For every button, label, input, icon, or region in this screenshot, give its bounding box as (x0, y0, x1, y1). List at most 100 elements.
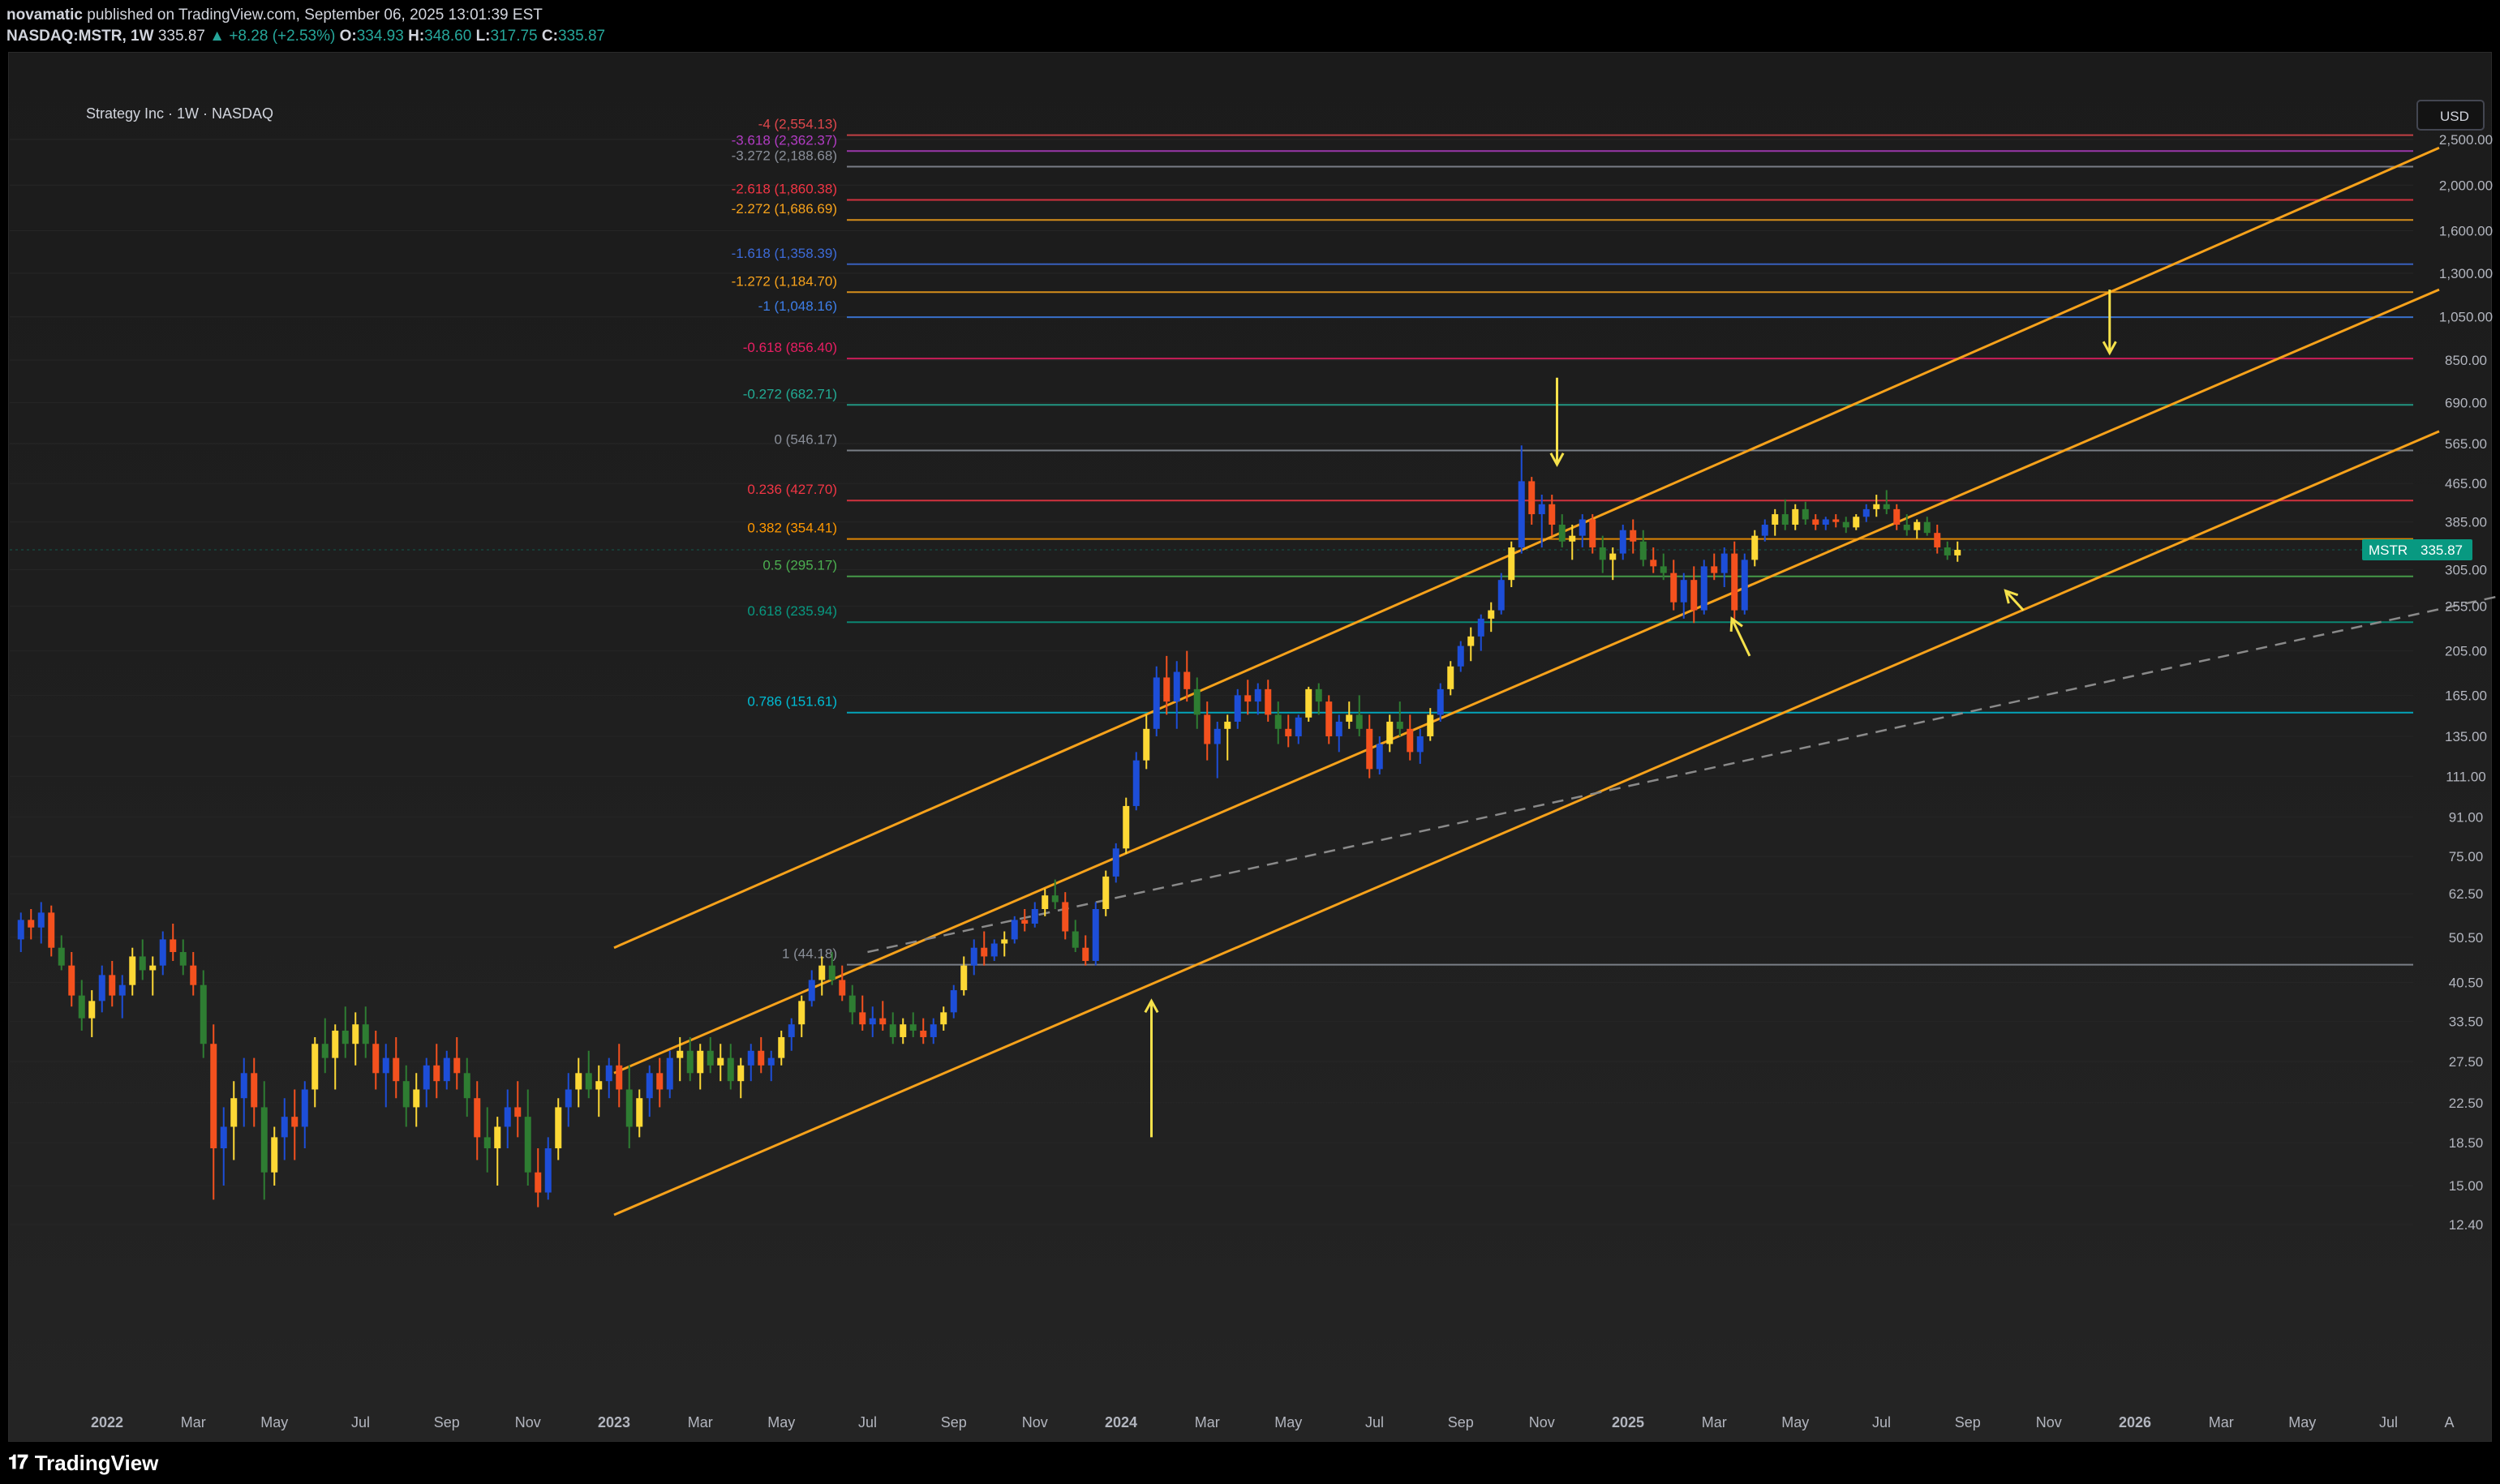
time-tick-label: Jul (1365, 1414, 1384, 1430)
time-tick-label: May (767, 1414, 795, 1430)
candle-body (575, 1073, 582, 1090)
fib-level-label: 0.236 (427.70) (747, 482, 837, 497)
candle-body (930, 1024, 937, 1037)
candle-body (1711, 566, 1718, 573)
candle-body (1650, 560, 1657, 567)
candle-body (58, 947, 65, 966)
price-tick-label: 465.00 (2445, 476, 2487, 491)
candle-body (727, 1057, 734, 1082)
candle-body (1477, 618, 1484, 637)
candle-body (1112, 848, 1119, 877)
candle-body (98, 975, 105, 1001)
time-axis[interactable]: 2022 Mar May Jul Sep Nov 2023 Mar May Jul Sep Nov 20… (91, 1414, 2455, 1430)
candle-body (585, 1073, 592, 1090)
candle-body (37, 912, 45, 928)
candle-body (1051, 895, 1059, 903)
price-axis[interactable]: 2,500.00 2,000.00 1,600.00 1,300.00 1,050.00… (2439, 132, 2493, 1233)
price-tick-label: 165.00 (2445, 688, 2487, 703)
time-tick-label: 2024 (1105, 1414, 1137, 1430)
candle-body (1386, 721, 1394, 744)
price-tick-label: 12.40 (2449, 1217, 2484, 1233)
fib-level-label: -0.618 (856.40) (743, 340, 837, 355)
candle-body (1508, 547, 1515, 581)
price-tick-label: 2,500.00 (2439, 132, 2493, 148)
candle-body (940, 1012, 947, 1025)
candle-body (1254, 688, 1261, 702)
candle-body (311, 1044, 319, 1090)
candle-body (281, 1117, 288, 1138)
candle-body (707, 1050, 714, 1066)
candle-body (1772, 514, 1779, 525)
tradingview-logo-icon: 𝟏𝟕 (8, 1452, 28, 1473)
price-tick-label: 2,000.00 (2439, 178, 2493, 193)
candle-body (1265, 688, 1272, 715)
candle-body (839, 980, 846, 996)
time-tick-label: Sep (941, 1414, 967, 1430)
candle-body (483, 1137, 491, 1149)
candle-body (1934, 533, 1941, 548)
candle-body (149, 965, 157, 971)
candle-body (595, 1081, 603, 1090)
candle-body (879, 1018, 887, 1025)
time-tick-label: Sep (1955, 1414, 1981, 1430)
time-tick-label: Jul (351, 1414, 370, 1430)
candle-body (646, 1073, 653, 1099)
candle-body (1619, 530, 1626, 554)
candle-body (1700, 566, 1707, 611)
price-tag-symbol: MSTR (2369, 543, 2408, 558)
time-tick-label: Mar (2209, 1414, 2234, 1430)
candle-body (1467, 636, 1475, 646)
candle-body (869, 1018, 876, 1025)
candle-body (1274, 714, 1282, 729)
candle-body (1396, 721, 1403, 729)
dashed-trend-line (867, 594, 2500, 954)
candle-body (1832, 519, 1840, 522)
candle-body (1609, 553, 1617, 560)
candle-body (1315, 688, 1322, 702)
candle-body (1558, 525, 1566, 542)
candle-body (1213, 728, 1221, 744)
candle-body (1416, 736, 1424, 753)
candle-body (1792, 508, 1799, 525)
candle-body (1842, 521, 1849, 528)
fib-level-label: -1.272 (1,184.70) (732, 273, 837, 289)
price-tick-label: 111.00 (2446, 769, 2485, 784)
fib-level-label: 0 (546.17) (775, 432, 838, 448)
currency-label: USD (2440, 109, 2469, 124)
time-tick-label: Jul (858, 1414, 877, 1430)
candle-body (1944, 547, 1951, 555)
candle-body (960, 965, 968, 991)
legend-title: Strategy Inc · 1W · NASDAQ (86, 105, 273, 122)
candle-body (1437, 688, 1444, 715)
candle-body (190, 965, 197, 985)
candle-body (1630, 530, 1637, 542)
candle-body (616, 1065, 623, 1090)
candle-body (301, 1089, 308, 1127)
candle-body (474, 1098, 481, 1138)
currency-button[interactable]: USD (2416, 100, 2485, 131)
candle-body (1751, 535, 1759, 560)
fib-level-label: -3.272 (2,188.68) (732, 148, 837, 164)
candle-body (271, 1137, 278, 1173)
fib-level-label: -1.618 (1,358.39) (732, 246, 837, 261)
fib-level-label: -4 (2,554.13) (758, 117, 837, 132)
candle-body (798, 1001, 805, 1025)
candle-body (1123, 805, 1130, 849)
candle-body (1822, 519, 1829, 525)
price-chart[interactable]: -4 (2,554.13)-3.618 (2,362.37)-3.272 (2,… (0, 0, 2500, 1448)
candle-body (393, 1057, 400, 1082)
candle-body (109, 975, 116, 996)
grid-lines (10, 139, 2413, 1225)
candle-body (1923, 521, 1931, 534)
footer-brand[interactable]: 𝟏𝟕 TradingView (8, 1448, 333, 1478)
candle-body (1761, 525, 1768, 536)
candle-body (1741, 560, 1748, 611)
candle-body (900, 1024, 907, 1037)
candle-body (1031, 908, 1038, 924)
candle-body (423, 1065, 430, 1090)
price-tick-label: 40.50 (2449, 976, 2484, 991)
candle-body (889, 1024, 896, 1037)
candle-body (909, 1024, 917, 1031)
candle-body (1285, 728, 1292, 736)
price-tick-label: 18.50 (2449, 1135, 2484, 1151)
